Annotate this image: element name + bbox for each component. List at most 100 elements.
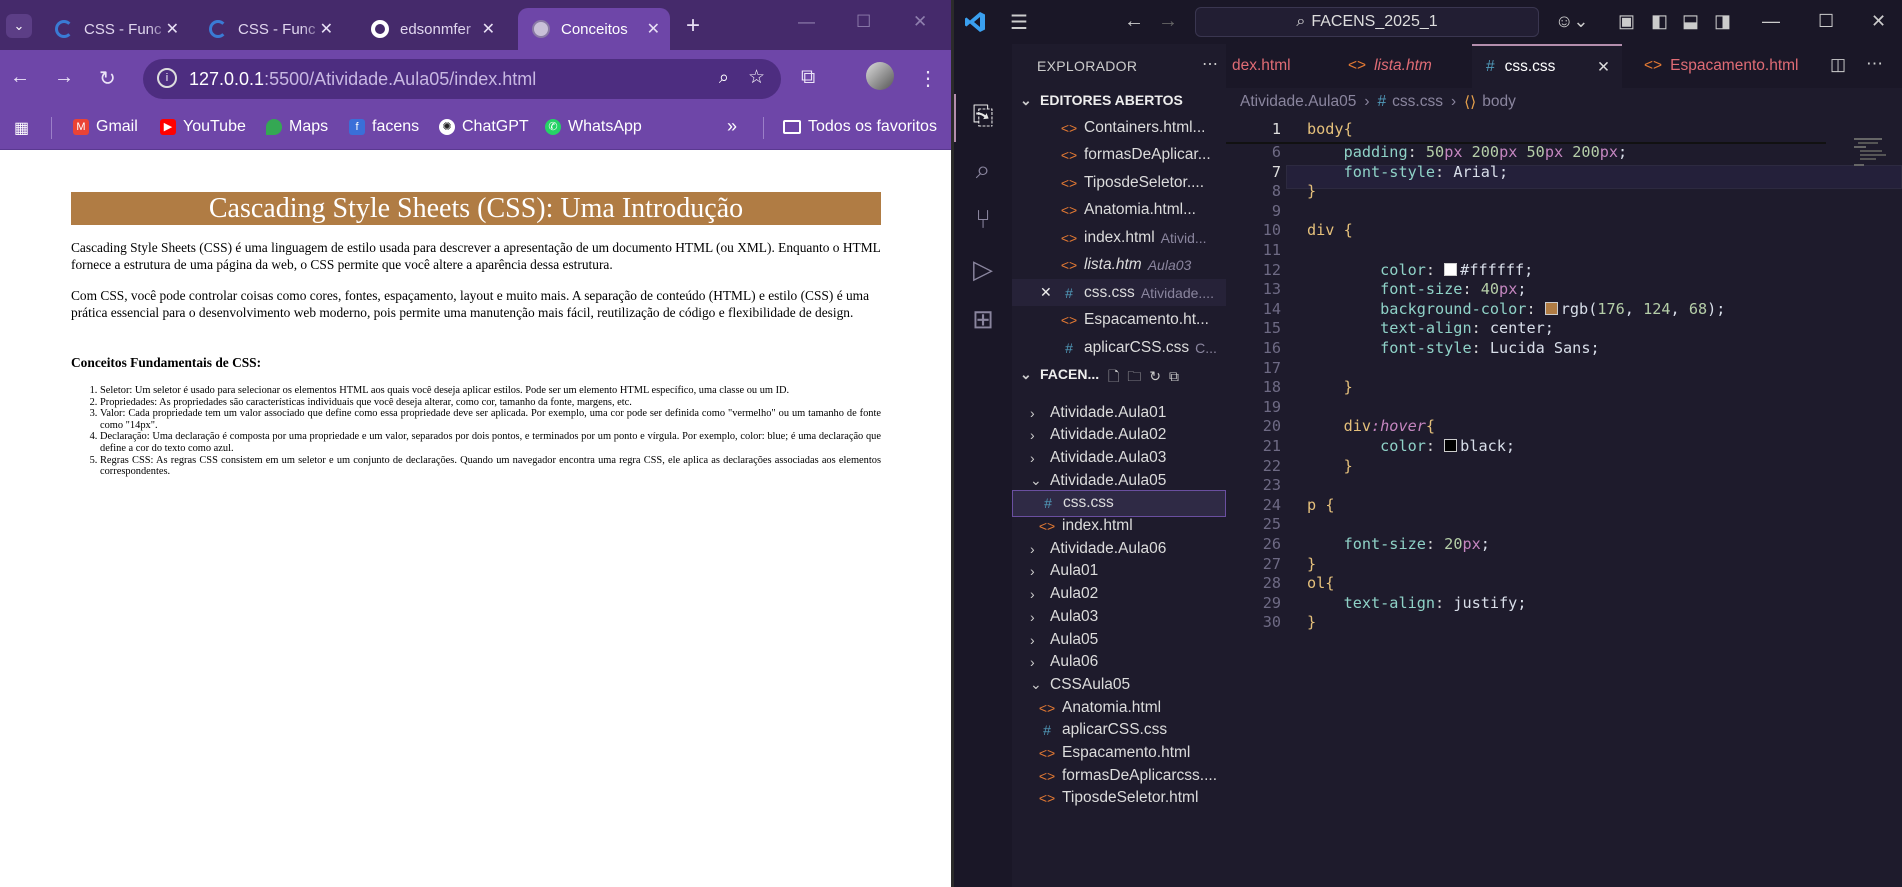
close-editor-icon[interactable]: ✕ [1040, 284, 1052, 301]
editor-tab[interactable]: dex.html [1218, 44, 1305, 88]
code-line: color: black; [1380, 437, 1516, 455]
forward-icon[interactable]: → [54, 66, 74, 89]
line-number: 30 [1262, 613, 1281, 632]
bookmark-youtube[interactable]: ▶ YouTube [160, 118, 246, 136]
maximize-icon[interactable]: ☐ [1818, 11, 1834, 32]
bookmarks-bar: ▦ M Gmail ▶ YouTube Maps f facens ✺ ChatGPT … [0, 108, 953, 150]
desktop: ⌄ CSS - Func ✕ CSS - Func ✕ edsonmfer ✕ … [0, 0, 1902, 887]
command-center-search[interactable]: ⌕ FACENS_2025_1 [1195, 7, 1539, 37]
explorer-sidebar: EXPLORADOR ⋯ ⌄ EDITORES ABERTOS <> Contain… [1012, 44, 1226, 887]
minimap[interactable] [1854, 116, 1902, 176]
file-item[interactable]: <> TiposdeSeletor.html [1012, 785, 1226, 812]
editor-tab-active[interactable]: # css.css ✕ [1472, 44, 1622, 88]
layout-icon[interactable]: ▣ [1618, 11, 1635, 32]
open-editor-item[interactable]: <> lista.htm Aula03 [1012, 252, 1226, 279]
minimize-icon[interactable]: — [798, 12, 815, 32]
more-actions-icon[interactable]: ⋯ [1202, 54, 1218, 74]
menu-icon[interactable]: ⋮ [918, 66, 938, 91]
editor-tab[interactable]: <> lista.htm [1334, 44, 1446, 88]
close-tab-icon[interactable]: ✕ [647, 19, 660, 39]
toggle-panel-icon[interactable]: ⬓ [1682, 11, 1699, 32]
source-control-icon[interactable]: ⑂ [968, 204, 998, 234]
close-tab-icon[interactable]: ✕ [1597, 58, 1610, 77]
github-icon [371, 20, 389, 38]
workspace-header[interactable]: ⌄ FACEN... 🗋🗀↻⧉ [1012, 366, 1179, 384]
browser-tab[interactable]: CSS - Func ✕ [195, 8, 343, 50]
search-icon[interactable]: ⌕ [968, 154, 998, 184]
html-file-icon: <> [1060, 312, 1078, 328]
zoom-icon[interactable]: ⌕ [719, 67, 729, 88]
close-window-icon[interactable]: ✕ [913, 12, 927, 32]
new-file-icon[interactable]: 🗋🗀↻⧉ [1108, 366, 1187, 390]
star-icon[interactable]: ☆ [748, 66, 765, 89]
all-bookmarks-folder[interactable]: Todos os favoritos [783, 118, 937, 136]
close-tab-icon[interactable]: ✕ [482, 19, 495, 39]
menu-icon[interactable]: ☰ [1010, 10, 1028, 35]
back-icon[interactable]: ← [10, 66, 30, 89]
run-debug-icon[interactable]: ▷ [968, 254, 998, 284]
forward-icon[interactable]: → [1158, 10, 1178, 33]
explorer-icon[interactable]: ⎘ [968, 100, 998, 130]
html-file-icon: <> [1060, 119, 1078, 136]
html-file-icon: <> [1060, 147, 1078, 163]
chevron-right-icon: › [1364, 93, 1370, 110]
open-editor-item[interactable]: <> Anatomia.html... [1012, 197, 1226, 224]
toggle-secondary-sidebar-icon[interactable]: ◨ [1714, 11, 1731, 32]
code-editor[interactable]: 1 body{ 6 padding: 50px 200px 50px 200px… [1226, 116, 1902, 887]
back-icon[interactable]: ← [1124, 10, 1144, 33]
more-actions-icon[interactable]: ⋯ [1866, 54, 1883, 74]
toggle-sidebar-icon[interactable]: ◧ [1651, 11, 1668, 32]
editor-area: dex.html <> lista.htm # css.css ✕ <> Espacam… [1226, 44, 1902, 887]
maximize-icon[interactable]: ☐ [856, 12, 871, 32]
new-tab-button[interactable]: + [686, 12, 700, 40]
tab-search-button[interactable]: ⌄ [6, 14, 32, 38]
open-editor-item[interactable]: <> formasDeAplicar... [1012, 142, 1226, 169]
vscode-titlebar: ☰ ← → ⌕ FACENS_2025_1 ☺⌄ ▣ ◧ ⬓ ◨ — ☐ ✕ [954, 0, 1902, 44]
browser-tab-active[interactable]: Conceitos ✕ [518, 8, 670, 50]
browser-tab[interactable]: CSS - Func ✕ [41, 8, 189, 50]
line-number: 8 [1271, 182, 1281, 201]
line-number: 28 [1262, 574, 1281, 593]
globe-icon [532, 20, 550, 38]
site-info-icon[interactable]: i [157, 68, 177, 88]
open-editor-item[interactable]: <> Espacamento.ht... [1012, 307, 1226, 334]
chevron-right-icon: › [1030, 449, 1035, 466]
bookmark-maps[interactable]: Maps [266, 118, 328, 136]
close-window-icon[interactable]: ✕ [1871, 11, 1886, 32]
address-bar[interactable]: i 127.0.0.1:5500/Atividade.Aula05/index.… [143, 59, 781, 99]
bookmark-whatsapp[interactable]: ✆ WhatsApp [545, 118, 642, 136]
html-file-icon: <> [1060, 229, 1078, 246]
list-item: Regras CSS: As regras CSS consistem em u… [100, 455, 881, 478]
open-editor-item[interactable]: # aplicarCSS.css C... [1012, 334, 1226, 361]
bookmark-gmail[interactable]: M Gmail [73, 118, 138, 136]
html-file-icon: <> [1644, 57, 1663, 74]
bookmark-chatgpt[interactable]: ✺ ChatGPT [439, 118, 529, 136]
editor-tab[interactable]: <> Espacamento.html [1630, 44, 1812, 88]
chevron-right-icon: › [1030, 654, 1035, 671]
extensions-icon[interactable]: ⧉ [801, 66, 815, 89]
split-editor-icon[interactable]: ◫ [1830, 55, 1846, 75]
intro-paragraph: Cascading Style Sheets (CSS) é uma lingu… [71, 240, 881, 272]
close-tab-icon[interactable]: ✕ [166, 19, 179, 39]
open-editor-item[interactable]: ✕ # css.css Atividade.... [1012, 279, 1226, 306]
loading-icon [209, 20, 227, 38]
line-number: 13 [1262, 280, 1281, 299]
browser-tab[interactable]: edsonmfer ✕ [357, 8, 505, 50]
more-bookmarks-button[interactable]: » [727, 116, 737, 137]
code-line: } [1343, 456, 1353, 475]
reload-icon[interactable]: ↻ [99, 66, 116, 91]
minimize-icon[interactable]: — [1762, 11, 1780, 32]
bookmark-facens[interactable]: f facens [349, 118, 419, 136]
open-editors-header[interactable]: ⌄ EDITORES ABERTOS [1012, 92, 1183, 109]
line-number: 18 [1262, 378, 1281, 397]
extensions-icon[interactable]: ⊞ [968, 304, 998, 334]
open-editor-item[interactable]: <> index.html Ativid... [1012, 224, 1226, 251]
open-editor-item[interactable]: <> TiposdeSeletor.... [1012, 169, 1226, 196]
open-editor-item[interactable]: <> Containers.html... [1012, 114, 1226, 141]
copilot-icon[interactable]: ☺⌄ [1555, 11, 1588, 32]
avatar[interactable] [866, 62, 894, 90]
vscode-logo-icon [965, 12, 985, 32]
html-file-icon: <> [1038, 767, 1056, 784]
apps-icon[interactable]: ▦ [14, 118, 29, 138]
close-tab-icon[interactable]: ✕ [320, 19, 333, 39]
